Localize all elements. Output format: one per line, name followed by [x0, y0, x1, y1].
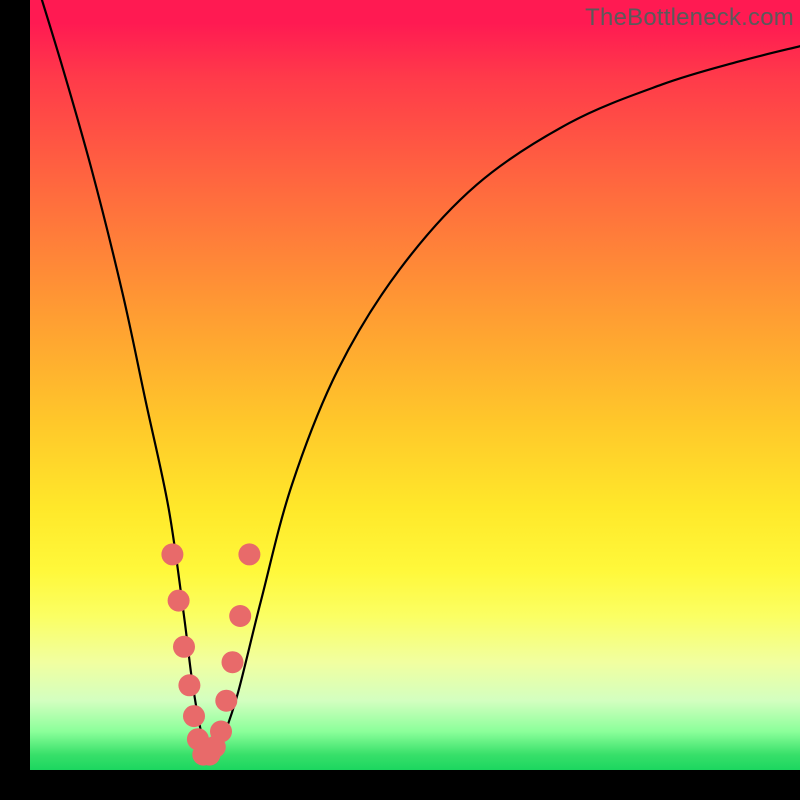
- plot-area: TheBottleneck.com: [30, 0, 800, 770]
- chart-frame: TheBottleneck.com: [0, 0, 800, 800]
- marker-dot: [178, 674, 200, 696]
- curve-svg: [30, 0, 800, 770]
- marker-group: [161, 543, 260, 765]
- marker-dot: [210, 721, 232, 743]
- marker-dot: [183, 705, 205, 727]
- marker-dot: [215, 690, 237, 712]
- marker-dot: [168, 590, 190, 612]
- bottleneck-curve: [30, 0, 800, 758]
- marker-dot: [229, 605, 251, 627]
- marker-dot: [173, 636, 195, 658]
- marker-dot: [222, 651, 244, 673]
- marker-dot: [238, 543, 260, 565]
- marker-dot: [161, 543, 183, 565]
